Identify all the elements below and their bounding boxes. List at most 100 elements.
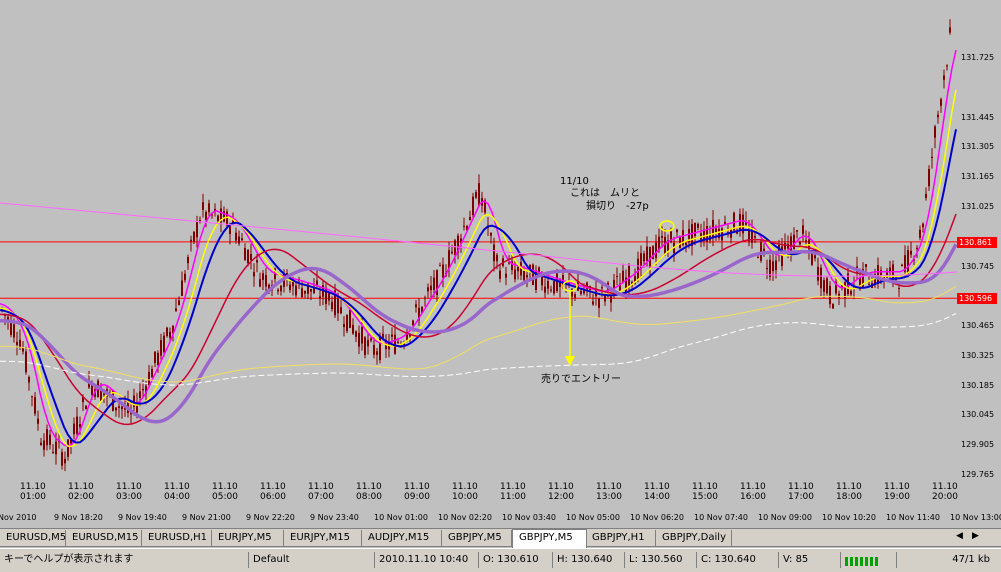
candle-body <box>427 287 429 292</box>
time-tick-date: 11.10 <box>692 482 718 492</box>
chart-tab[interactable]: AUDJPY,M15 <box>362 530 442 546</box>
time-tick-label: 11.10 <box>932 482 958 492</box>
time-tick-hour: 05:00 <box>212 492 238 502</box>
chart-tab[interactable]: EURJPY,M5 <box>212 530 284 546</box>
time-tick-label: 11.10 <box>212 482 238 492</box>
candle-body <box>697 223 699 228</box>
chart-tab[interactable]: GBPJPY,M5 <box>512 529 587 548</box>
time-tick-label: 11.10 <box>596 482 622 492</box>
candle-body <box>676 229 678 233</box>
status-datetime: 2010.11.10 10:40 <box>374 552 471 568</box>
price-tick-label: 130.465 <box>961 321 995 331</box>
candle-body <box>556 273 558 292</box>
candle-body <box>67 439 69 457</box>
date-scale-label: 10 Nov 06:20 <box>630 513 684 522</box>
candle-body <box>169 331 171 338</box>
candle-body <box>340 307 342 314</box>
candle-body <box>43 440 45 450</box>
chart-tab[interactable]: EURUSD,M5 <box>0 530 66 546</box>
candle-body <box>160 340 162 356</box>
arrow-left-icon[interactable]: ◀ <box>956 531 963 541</box>
candle-body <box>349 309 351 328</box>
candle-body <box>157 352 159 365</box>
time-tick-date: 11.10 <box>932 482 958 492</box>
price-chart-canvas[interactable] <box>0 0 957 482</box>
chart-tab[interactable]: GBPJPY,H1 <box>586 530 656 546</box>
candle-body <box>769 259 771 277</box>
candle-body <box>76 416 78 434</box>
chart-tab[interactable]: EURUSD,M15 <box>66 530 142 546</box>
date-scale-label: 10 Nov 01:00 <box>374 513 428 522</box>
candle-body <box>532 264 534 286</box>
candle-body <box>52 451 54 453</box>
chart-tab[interactable]: EURJPY,M15 <box>284 530 362 546</box>
candle-body <box>295 285 297 296</box>
candle-body <box>580 290 582 295</box>
candle-body <box>916 247 918 249</box>
candle-body <box>499 270 501 279</box>
price-tick-label: 130.045 <box>961 410 995 420</box>
candle-body <box>217 215 219 222</box>
candle-body <box>430 285 432 291</box>
candle-body <box>163 335 165 353</box>
chart-tab[interactable]: GBPJPY,M5 <box>442 530 512 546</box>
date-scale-label: 10 Nov 07:40 <box>694 513 748 522</box>
candle-body <box>817 266 819 281</box>
candle-body <box>712 219 714 239</box>
entry-price-marker: 130.596 <box>957 293 997 305</box>
candle-body <box>151 368 153 378</box>
candle-body <box>865 264 867 268</box>
time-tick-date: 11.10 <box>788 482 814 492</box>
arrow-right-icon[interactable]: ▶ <box>972 531 979 541</box>
candle-body <box>241 238 243 241</box>
candle-body <box>823 280 825 292</box>
candle-body <box>154 351 156 363</box>
candle-body <box>628 265 630 286</box>
time-tick-hour: 12:00 <box>548 492 574 502</box>
time-tick-hour: 03:00 <box>116 492 142 502</box>
candle-body <box>175 308 177 311</box>
candle-body <box>208 203 210 213</box>
candle-body <box>643 253 645 262</box>
candle-body <box>655 242 657 258</box>
candle-body <box>889 267 891 272</box>
candle-body <box>415 304 417 308</box>
date-scale-label: 9 Nov 23:40 <box>310 513 359 522</box>
time-tick-hour: 06:00 <box>260 492 286 502</box>
date-scale-label: Nov 2010 <box>0 513 37 522</box>
date-scale: 01:00 02:00 03:00 04:00 05:00 06:00 07:00 08:00… <box>0 492 1001 524</box>
time-tick-label: 11.10 <box>788 482 814 492</box>
candle-body <box>826 278 828 294</box>
time-tick-date: 11.10 <box>308 482 334 492</box>
candle-body <box>907 250 909 274</box>
time-tick-date: 11.10 <box>404 482 430 492</box>
time-tick-hour: 15:00 <box>692 492 718 502</box>
chart-tab[interactable]: GBPJPY,Daily <box>656 530 732 546</box>
candle-body <box>910 250 912 255</box>
price-chart-area[interactable]: 11/10 これは ムリと 損切り -27p 売りでエントリー 131.725 1… <box>0 0 1001 482</box>
entry-arrow-head <box>565 356 575 366</box>
time-tick-hour: 19:00 <box>884 492 910 502</box>
candle-body <box>85 405 87 410</box>
candle-body <box>352 324 354 334</box>
candle-body <box>901 264 903 267</box>
time-tick-label: 11.10 <box>644 482 670 492</box>
price-axis[interactable]: 131.725 131.445 131.305 131.165 131.025 130.7… <box>957 0 1001 482</box>
date-scale-label: 10 Nov 10:20 <box>822 513 876 522</box>
price-tick-label: 131.445 <box>961 112 995 122</box>
candle-body <box>946 65 948 67</box>
candle-body <box>931 156 933 159</box>
chart-tab[interactable]: EURUSD,H1 <box>142 530 212 546</box>
time-tick-label: 11.10 <box>836 482 862 492</box>
time-tick-hour: 02:00 <box>68 492 94 502</box>
candle-body <box>253 272 255 277</box>
candle-body <box>247 249 249 264</box>
candle-body <box>316 280 318 285</box>
note-line-1: これは ムリと <box>570 188 640 199</box>
status-profile[interactable]: Default <box>248 552 373 568</box>
candle-body <box>493 244 495 262</box>
candle-body <box>13 324 15 338</box>
status-open: O: 130.610 <box>478 552 553 568</box>
candle-body <box>235 232 237 241</box>
candle-body <box>598 298 600 308</box>
